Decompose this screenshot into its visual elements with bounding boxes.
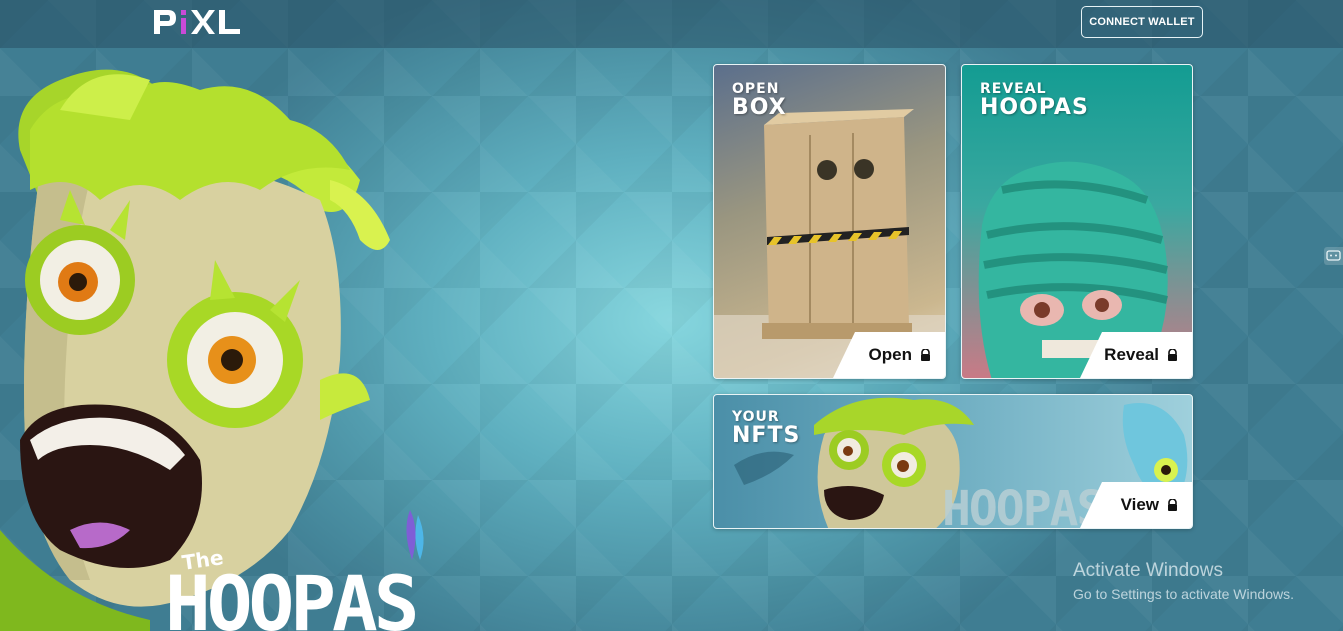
open-box-card[interactable]: OPEN BOX Open: [713, 64, 946, 379]
connect-wallet-button[interactable]: CONNECT WALLET: [1081, 6, 1203, 38]
pixl-logo-graphic: [154, 10, 240, 34]
reveal-hoopas-title: REVEAL HOOPAS: [980, 81, 1089, 120]
chat-icon: [1326, 250, 1341, 261]
nfts-banner-wordmark: HOOPAS: [942, 481, 1103, 529]
side-feedback-widget[interactable]: [1324, 247, 1343, 265]
windows-activation-subtitle: Go to Settings to activate Windows.: [1073, 586, 1294, 602]
hoopa-character-illustration: [0, 69, 424, 631]
top-navigation-bar: CONNECT WALLET: [0, 0, 1343, 48]
your-nfts-title: YOUR NFTS: [732, 409, 801, 448]
lock-icon: [921, 349, 930, 361]
windows-activation-watermark: Activate Windows Go to Settings to activ…: [1073, 560, 1294, 602]
lock-icon: [1168, 349, 1177, 361]
reveal-hoopas-card[interactable]: REVEAL HOOPAS Reveal: [961, 64, 1193, 379]
your-nfts-card[interactable]: HOOPAS YOUR NFTS View: [713, 394, 1193, 529]
pixl-logo[interactable]: [152, 6, 244, 38]
hoopas-wordmark: HOOPAS: [165, 559, 420, 631]
open-box-title: OPEN BOX: [732, 81, 787, 120]
windows-activation-title: Activate Windows: [1073, 560, 1223, 581]
lock-icon: [1168, 499, 1177, 511]
